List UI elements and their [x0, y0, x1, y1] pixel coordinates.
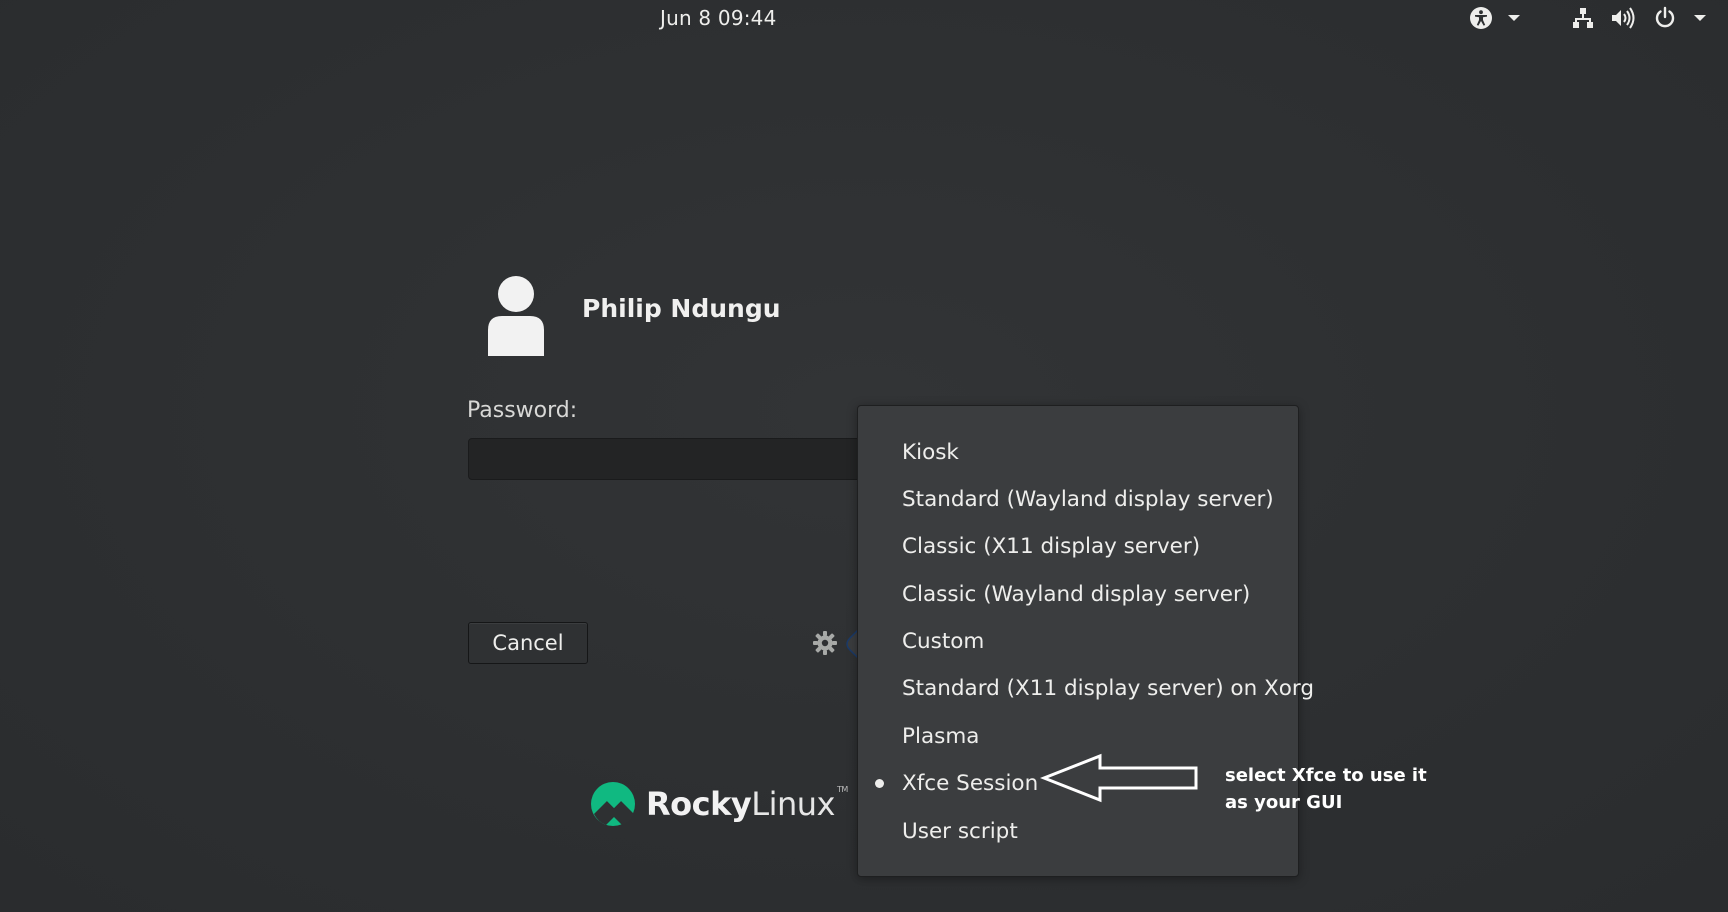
top-bar: Jun 8 09:44 [0, 0, 1728, 36]
session-item-xfce[interactable]: Xfce Session [902, 763, 1038, 803]
chevron-down-icon[interactable] [1690, 6, 1710, 30]
logo-trademark: TM [836, 785, 848, 794]
session-item-classic-wayland[interactable]: Classic (Wayland display server) [902, 574, 1250, 614]
logo-word-linux: Linux [751, 785, 835, 823]
selected-bullet-icon [875, 779, 884, 788]
logo-word-rocky: Rocky [646, 785, 752, 823]
session-item-plasma[interactable]: Plasma [902, 716, 979, 756]
session-item-user-script[interactable]: User script [902, 811, 1018, 851]
password-label: Password: [467, 398, 578, 423]
password-field[interactable] [468, 438, 858, 480]
accessibility-icon[interactable] [1468, 6, 1494, 30]
rocky-linux-logo: RockyLinux TM [590, 780, 848, 828]
session-item-kiosk[interactable]: Kiosk [902, 432, 959, 472]
annotation-text: select Xfce to use it as your GUI [1225, 765, 1427, 813]
gear-icon[interactable] [812, 630, 838, 656]
session-item-classic-x11[interactable]: Classic (X11 display server) [902, 526, 1200, 566]
power-icon[interactable] [1652, 6, 1678, 30]
session-item-standard-xorg[interactable]: Standard (X11 display server) on Xorg [902, 668, 1314, 708]
user-avatar-icon [484, 272, 548, 356]
session-item-custom[interactable]: Custom [902, 621, 984, 661]
cancel-button[interactable]: Cancel [468, 622, 588, 664]
chevron-down-icon[interactable] [1504, 6, 1524, 30]
annotation-arrow-icon [1039, 752, 1200, 804]
date-time-clock[interactable]: Jun 8 09:44 [660, 6, 777, 30]
session-item-standard-wayland[interactable]: Standard (Wayland display server) [902, 479, 1274, 519]
rocky-logo-mark-icon [591, 782, 635, 826]
user-name: Philip Ndungu [582, 294, 781, 323]
volume-icon[interactable] [1610, 6, 1636, 30]
login-screen: Jun 8 09:44 Philip Ndungu Password: Canc… [0, 0, 1728, 912]
network-icon[interactable] [1570, 6, 1596, 30]
